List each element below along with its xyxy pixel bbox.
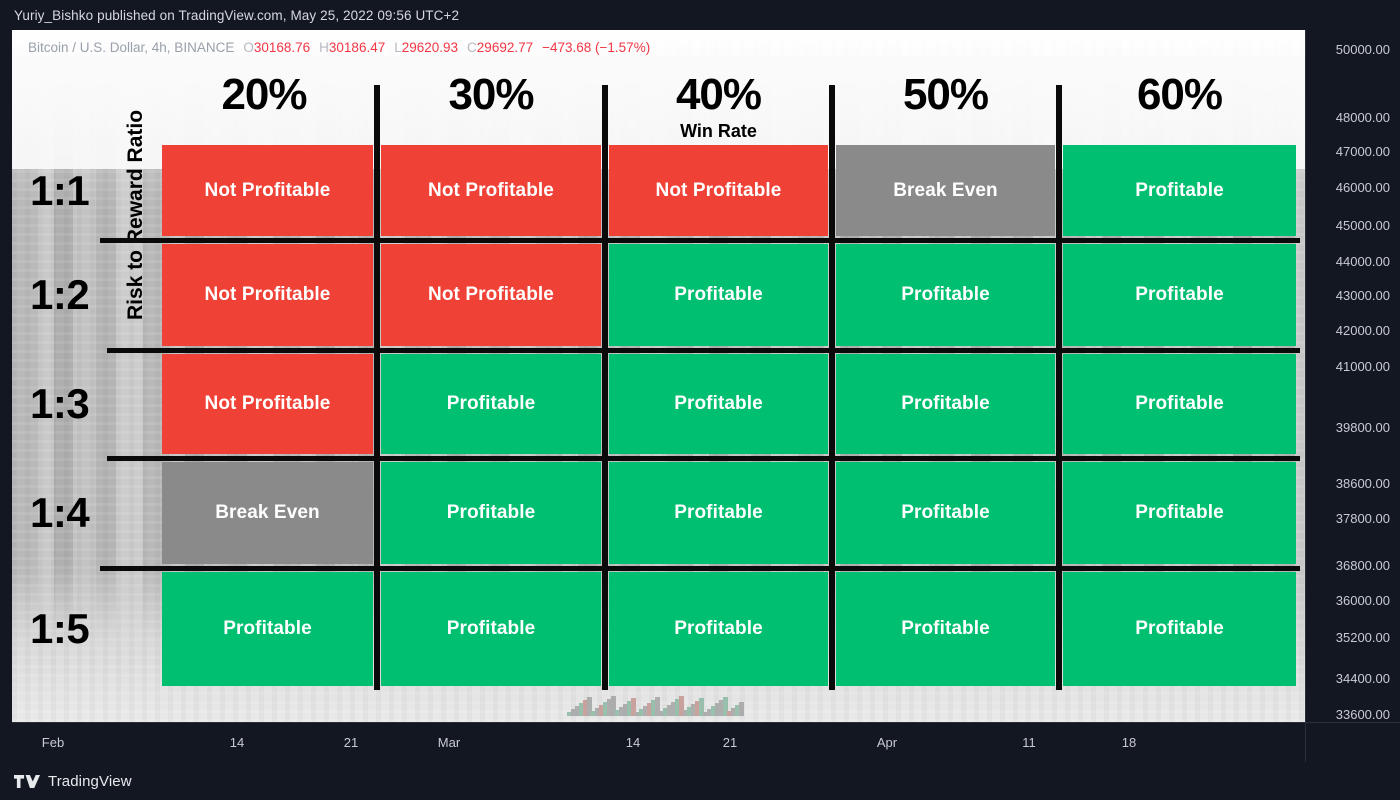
matrix-cell: Not Profitable bbox=[162, 354, 373, 454]
matrix-cell: Profitable bbox=[162, 572, 373, 686]
matrix-row-divider bbox=[112, 348, 1300, 353]
win-rate-value: 20% bbox=[221, 70, 307, 119]
x-axis-title: Win Rate bbox=[680, 121, 757, 141]
price-axis-tick: 46000.00 bbox=[1335, 180, 1390, 195]
time-axis-tick: 14 bbox=[625, 735, 641, 750]
matrix-cell: Profitable bbox=[609, 462, 828, 564]
time-axis-tick: Apr bbox=[876, 735, 898, 750]
matrix-row-label: 1:3 bbox=[30, 380, 90, 427]
chart-pane[interactable]: Bitcoin / U.S. Dollar, 4h, BINANCE O30168… bbox=[12, 30, 1305, 722]
win-rate-value: 30% bbox=[448, 70, 534, 119]
matrix-cell: Profitable bbox=[381, 572, 601, 686]
high-value: 30186.47 bbox=[328, 40, 386, 55]
time-axis-tick: 21 bbox=[722, 735, 738, 750]
price-axis-tick: 38600.00 bbox=[1335, 476, 1390, 491]
time-axis-tick: Mar bbox=[437, 735, 461, 750]
time-axis-tick: 11 bbox=[1022, 735, 1036, 750]
matrix-cell: Profitable bbox=[836, 572, 1055, 686]
time-axis-tick: 18 bbox=[1121, 735, 1137, 750]
matrix-cell: Profitable bbox=[609, 572, 828, 686]
price-axis-tick: 34400.00 bbox=[1335, 671, 1390, 686]
close-value: 29692.77 bbox=[476, 40, 534, 55]
matrix-cell: Profitable bbox=[836, 244, 1055, 346]
matrix-cell: Profitable bbox=[836, 462, 1055, 564]
price-axis-tick: 42000.00 bbox=[1335, 323, 1390, 338]
price-axis-tick: 36800.00 bbox=[1335, 558, 1390, 573]
matrix-cell: Not Profitable bbox=[162, 244, 373, 346]
close-key: C bbox=[467, 40, 477, 55]
matrix-cell: Profitable bbox=[1063, 354, 1296, 454]
matrix-cell: Break Even bbox=[162, 462, 373, 564]
price-axis[interactable]: 50000.00 48000.00 47000.00 46000.00 45000.00… bbox=[1305, 30, 1400, 722]
matrix-row-label: 1:4 bbox=[30, 489, 90, 536]
matrix-column-header: 20% bbox=[151, 70, 377, 166]
publisher-text: Yuriy_Bishko published on TradingView.co… bbox=[14, 7, 460, 23]
time-axis-tick: 14 bbox=[229, 735, 245, 750]
matrix-column-header: 60% bbox=[1059, 70, 1300, 166]
open-key: O bbox=[243, 40, 254, 55]
matrix-row-divider bbox=[100, 566, 1300, 571]
price-axis-tick: 33600.00 bbox=[1335, 707, 1390, 722]
price-change: −473.68 (−1.57%) bbox=[542, 40, 651, 55]
price-axis-tick: 50000.00 bbox=[1335, 42, 1390, 57]
price-axis-tick: 36000.00 bbox=[1335, 593, 1390, 608]
matrix-column-header: 40% Win Rate bbox=[605, 70, 832, 166]
win-rate-value: 40% bbox=[675, 70, 762, 119]
price-axis-tick: 37800.00 bbox=[1335, 511, 1390, 526]
matrix-cell: Profitable bbox=[609, 354, 828, 454]
matrix-cell: Profitable bbox=[609, 244, 828, 346]
time-axis[interactable]: Feb 14 21 Mar 14 21 Apr 11 18 bbox=[12, 722, 1305, 762]
matrix-column-divider bbox=[602, 85, 608, 690]
publisher-bar: Yuriy_Bishko published on TradingView.co… bbox=[0, 0, 1400, 30]
matrix-row-divider bbox=[112, 456, 1300, 461]
price-axis-tick: 48000.00 bbox=[1335, 110, 1390, 125]
matrix-column-divider bbox=[829, 85, 835, 690]
tradingview-logo-icon bbox=[14, 774, 40, 788]
matrix-row-tick bbox=[107, 348, 129, 353]
price-axis-tick: 44000.00 bbox=[1335, 254, 1390, 269]
matrix-cell: Profitable bbox=[381, 462, 601, 564]
matrix-row-label: 1:2 bbox=[30, 271, 90, 318]
time-axis-tick: Feb bbox=[41, 735, 65, 750]
price-axis-tick: 35200.00 bbox=[1335, 630, 1390, 645]
screenshot-root: Yuriy_Bishko published on TradingView.co… bbox=[0, 0, 1400, 800]
time-axis-tick: 21 bbox=[343, 735, 359, 750]
matrix-column-header: 50% bbox=[832, 70, 1059, 166]
tradingview-brand-label: TradingView bbox=[48, 772, 132, 790]
price-axis-tick: 43000.00 bbox=[1335, 288, 1390, 303]
matrix-row-label: 1:1 bbox=[30, 166, 90, 214]
matrix-cell: Not Profitable bbox=[381, 244, 601, 346]
matrix-row-divider bbox=[100, 238, 1300, 243]
price-axis-tick: 39800.00 bbox=[1335, 420, 1390, 435]
matrix-cell: Profitable bbox=[381, 354, 601, 454]
high-key: H bbox=[319, 40, 329, 55]
price-axis-tick: 45000.00 bbox=[1335, 218, 1390, 233]
low-value: 29620.93 bbox=[401, 40, 459, 55]
matrix-cell: Profitable bbox=[836, 354, 1055, 454]
matrix-row-tick bbox=[107, 456, 129, 461]
chart-symbol-legend[interactable]: Bitcoin / U.S. Dollar, 4h, BINANCE O30168… bbox=[28, 40, 650, 55]
win-rate-value: 60% bbox=[1136, 70, 1223, 119]
matrix-cell: Profitable bbox=[1063, 244, 1296, 346]
open-value: 30168.76 bbox=[253, 40, 311, 55]
matrix-row-label: 1:5 bbox=[30, 605, 90, 652]
matrix-column-divider bbox=[374, 85, 380, 690]
symbol-label: Bitcoin / U.S. Dollar, 4h, BINANCE bbox=[28, 40, 235, 55]
matrix-column-header: 30% bbox=[377, 70, 605, 166]
matrix-cell: Profitable bbox=[1063, 572, 1296, 686]
footer-bar: TradingView bbox=[0, 762, 1400, 800]
price-axis-tick: 47000.00 bbox=[1335, 144, 1390, 159]
matrix-cell: Profitable bbox=[1063, 462, 1296, 564]
price-axis-tick: 41000.00 bbox=[1335, 359, 1390, 374]
win-rate-value: 50% bbox=[902, 70, 989, 119]
matrix-column-divider bbox=[1056, 85, 1062, 690]
axis-corner bbox=[1305, 722, 1400, 762]
low-key: L bbox=[394, 40, 402, 55]
risk-reward-matrix: Risk to Reward Ratio 20% 30% 40% Win Rate 50… bbox=[12, 30, 1305, 722]
